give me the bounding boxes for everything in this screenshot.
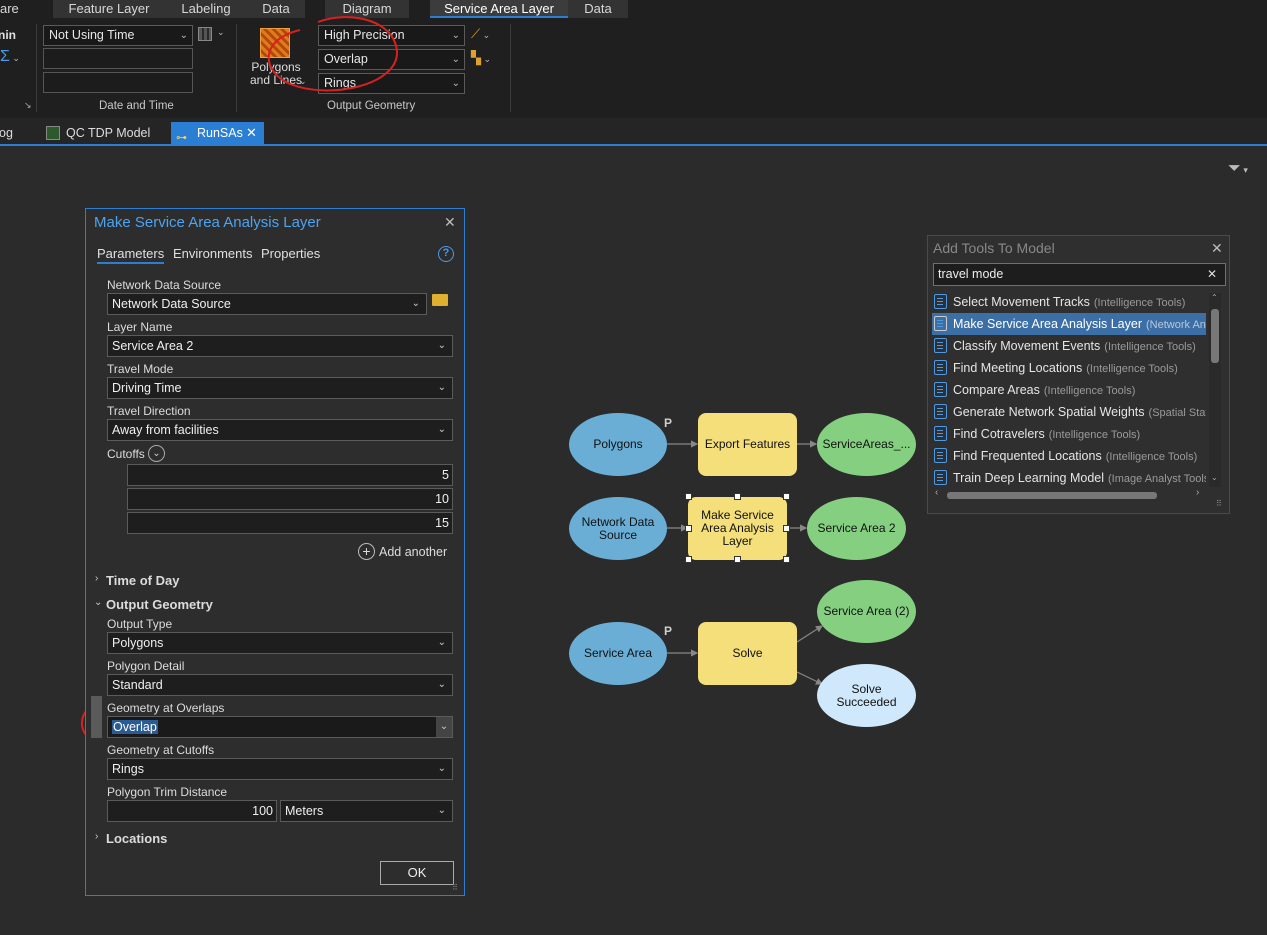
- selection-handle[interactable]: [685, 493, 692, 500]
- parameter-marker: P: [664, 416, 673, 430]
- tool-list-item[interactable]: Compare Areas (Intelligence Tools): [932, 379, 1206, 401]
- parameter-marker: P: [664, 624, 673, 638]
- selection-handle[interactable]: [783, 493, 790, 500]
- tool-list-item[interactable]: Generate Network Spatial Weights (Spatial…: [932, 401, 1206, 423]
- node-service-area-2[interactable]: Service Area 2: [807, 497, 906, 560]
- selection-handle[interactable]: [734, 556, 741, 563]
- script-icon: [934, 404, 947, 419]
- scroll-right-icon[interactable]: ›: [1196, 487, 1199, 498]
- selection-handle[interactable]: [685, 525, 692, 532]
- selection-handle[interactable]: [783, 556, 790, 563]
- scrollbar-thumb[interactable]: [1211, 309, 1219, 363]
- hammer-icon: [934, 316, 947, 331]
- node-service-area-paren-2[interactable]: Service Area (2): [817, 580, 916, 643]
- node-make-service-area[interactable]: Make Service Area Analysis Layer: [688, 497, 787, 560]
- tool-list-item[interactable]: Find Frequented Locations (Intelligence T…: [932, 445, 1206, 467]
- scroll-left-icon[interactable]: ‹: [935, 487, 938, 498]
- scroll-up-icon[interactable]: ⌃: [1211, 293, 1218, 302]
- tool-list-item[interactable]: Find Cotravelers (Intelligence Tools): [932, 423, 1206, 445]
- vertical-scrollbar[interactable]: ⌃ ⌄: [1209, 293, 1221, 487]
- script-icon: [934, 338, 947, 353]
- scroll-down-icon[interactable]: ⌄: [1211, 473, 1218, 482]
- tool-list-item[interactable]: Classify Movement Events (Intelligence To…: [932, 335, 1206, 357]
- node-solve[interactable]: Solve: [698, 622, 797, 685]
- node-serviceareas-output[interactable]: ServiceAreas_...: [817, 413, 916, 476]
- tool-list-item[interactable]: Select Movement Tracks (Intelligence Tool…: [932, 291, 1206, 313]
- script-icon: [934, 426, 947, 441]
- script-icon: [934, 470, 947, 485]
- selection-handle[interactable]: [783, 525, 790, 532]
- panel-title: Add Tools To Model: [933, 240, 1055, 256]
- selection-handle[interactable]: [734, 493, 741, 500]
- scrollbar-thumb[interactable]: [947, 492, 1157, 499]
- connector: [796, 671, 824, 685]
- node-network-data-source[interactable]: Network Data Source: [569, 497, 667, 560]
- connector: [796, 625, 824, 643]
- clear-icon[interactable]: ✕: [1207, 267, 1217, 281]
- script-icon: [934, 360, 947, 375]
- tool-search-input[interactable]: travel mode: [933, 263, 1226, 286]
- tool-list-item-selected[interactable]: Make Service Area Analysis Layer (Network…: [932, 313, 1206, 335]
- tool-list-item[interactable]: Train Deep Learning Model (Image Analyst …: [932, 467, 1206, 489]
- script-icon: [934, 382, 947, 397]
- node-polygons[interactable]: Polygons: [569, 413, 667, 476]
- script-icon: [934, 448, 947, 463]
- close-icon[interactable]: ✕: [1211, 240, 1223, 257]
- node-export-features[interactable]: Export Features: [698, 413, 797, 476]
- node-solve-succeeded[interactable]: Solve Succeeded: [817, 664, 916, 727]
- node-service-area[interactable]: Service Area: [569, 622, 667, 685]
- resize-grip-icon[interactable]: ⠿: [1216, 499, 1222, 508]
- add-tools-panel: Add Tools To Model ✕ travel mode ✕ Selec…: [927, 235, 1230, 514]
- selection-handle[interactable]: [685, 556, 692, 563]
- script-icon: [934, 294, 947, 309]
- tool-list-item[interactable]: Find Meeting Locations (Intelligence Tool…: [932, 357, 1206, 379]
- horizontal-scrollbar[interactable]: ‹ ›: [933, 487, 1207, 501]
